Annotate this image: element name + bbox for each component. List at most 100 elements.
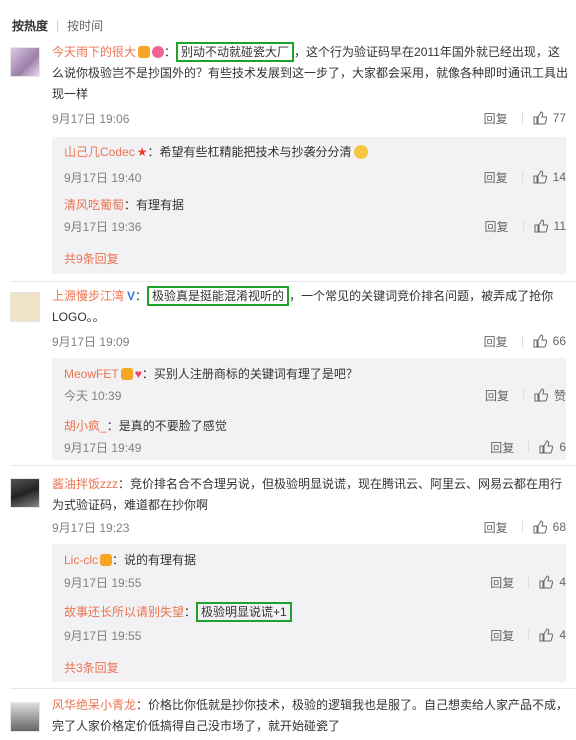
reply-time: 9月17日 19:55 <box>64 575 142 590</box>
reply-time: 9月17日 19:36 <box>64 219 142 234</box>
reply-button[interactable]: 回复 <box>484 169 508 186</box>
reply-button[interactable]: 回复 <box>490 574 514 591</box>
comment-text: 风华绝呆小青龙：价格比你低就是抄你技术，极验的逻辑我也是服了。自己想卖给人家产品… <box>52 695 570 737</box>
like-button[interactable]: 11 <box>534 219 566 233</box>
comment-time: 9月17日 19:09 <box>52 334 130 349</box>
like-count: 66 <box>552 334 566 348</box>
reply-text: ：是真的不要脸了感觉 <box>106 419 227 433</box>
username-link[interactable]: 酱油拌饭zzz <box>52 477 118 491</box>
reply-button[interactable]: 回复 <box>485 218 509 235</box>
heart-icon: ♥ <box>134 367 142 381</box>
username-link[interactable]: 风华绝呆小青龙 <box>52 698 136 712</box>
thumb-up-icon <box>533 111 547 125</box>
username-link[interactable]: 今天雨下的很大 <box>52 45 136 59</box>
reply-button[interactable]: 回复 <box>490 439 514 456</box>
comment-divider <box>10 688 576 689</box>
reply-list: MeowFET ♥：买别人注册商标的关键词有理了是吧？ 今天 10:39 回复 赞… <box>52 358 566 460</box>
reply-meta: 今天 10:39 回复 赞 <box>64 385 566 405</box>
verified-v-icon: V <box>127 289 136 303</box>
username-link[interactable]: Lic-clc <box>64 553 98 567</box>
avatar[interactable] <box>10 292 40 322</box>
reply-button[interactable]: 回复 <box>485 387 509 404</box>
like-count: 4 <box>559 575 566 589</box>
meta-divider <box>521 171 523 183</box>
like-button[interactable]: 66 <box>533 334 566 348</box>
vip-badge-icon <box>120 368 133 380</box>
like-count: 4 <box>559 628 566 642</box>
sort-bar: 按热度 | 按时间 <box>12 16 103 34</box>
sort-by-hot-tab[interactable]: 按热度 <box>12 17 48 34</box>
reply-meta: 9月17日 19:36 回复 11 <box>64 216 566 236</box>
more-replies-link[interactable]: 共3条回复 <box>64 659 119 676</box>
star-badge-icon: ★ <box>136 145 148 159</box>
like-button[interactable]: 77 <box>533 111 566 125</box>
reply-text: ：有理有据 <box>124 198 185 212</box>
reply-item: MeowFET ♥：买别人注册商标的关键词有理了是吧？ 今天 10:39 回复 赞 <box>64 365 566 403</box>
reply-button[interactable]: 回复 <box>490 627 514 644</box>
reply-text: ：希望有些杠精能把技术与抄袭分分清 <box>147 145 352 159</box>
like-button[interactable]: 4 <box>539 575 566 589</box>
reply-time: 9月17日 19:55 <box>64 628 142 643</box>
sort-divider: | <box>56 18 60 32</box>
thumb-up-icon <box>534 219 548 233</box>
username-link[interactable]: 山己几Codec <box>64 145 135 159</box>
meta-divider <box>522 220 524 232</box>
reply-meta: 9月17日 19:49 回复 6 <box>64 437 566 457</box>
reply-list: 山己几Codec ★：希望有些杠精能把技术与抄袭分分清 9月17日 19:40 回… <box>52 137 566 274</box>
avatar[interactable] <box>10 47 40 77</box>
thumb-up-icon <box>533 520 547 534</box>
reply-meta: 9月17日 19:55 回复 4 <box>64 625 566 645</box>
sort-by-time-tab[interactable]: 按时间 <box>67 17 103 34</box>
username-link[interactable]: 故事还长所以请别失望 <box>64 605 184 619</box>
comment-meta: 9月17日 19:06 回复 77 <box>52 108 566 128</box>
comment-meta: 9月17日 19:09 回复 66 <box>52 331 566 351</box>
like-count: 14 <box>552 170 566 184</box>
like-button[interactable]: 68 <box>533 520 566 534</box>
like-button[interactable]: 14 <box>533 170 566 184</box>
reply-text: ：买别人注册商标的关键词有理了是吧？ <box>141 367 358 381</box>
reply-button[interactable]: 回复 <box>484 110 508 127</box>
more-replies-link[interactable]: 共9条回复 <box>64 250 119 267</box>
comment-divider <box>10 465 576 466</box>
avatar[interactable] <box>10 478 40 508</box>
emoji-icon <box>354 145 369 159</box>
username-link[interactable]: 上源慢步江湾 <box>52 289 124 303</box>
like-button[interactable]: 赞 <box>534 387 566 404</box>
like-count: 6 <box>559 440 566 454</box>
reply-time: 9月17日 19:40 <box>64 170 142 185</box>
thumb-up-icon <box>534 388 548 402</box>
reply-item: 胡小疯_：是真的不要脸了感觉 9月17日 19:49 回复 6 <box>64 417 566 455</box>
reply-time: 今天 10:39 <box>64 388 122 403</box>
thumb-up-icon <box>539 575 554 589</box>
comment-meta: 9月17日 19:23 回复 68 <box>52 517 566 537</box>
comment-body: ：竞价排名合不合理另说，但极验明显说谎，现在腾讯云、阿里云、网易云都在用行为式验… <box>52 477 563 512</box>
comment-text: 今天雨下的很大：别动不动就碰瓷大厂 ，这个行为验证码早在2011年国外就已经出现，… <box>52 42 570 105</box>
reply-button[interactable]: 回复 <box>484 519 508 536</box>
like-count: 68 <box>552 520 566 534</box>
reply-text: ：说的有理有据 <box>112 553 197 567</box>
meta-divider <box>528 576 530 588</box>
like-button[interactable]: 6 <box>539 440 566 454</box>
thumb-up-icon <box>539 628 554 642</box>
reply-meta: 9月17日 19:55 回复 4 <box>64 572 566 592</box>
vip-badge-icon <box>138 46 151 58</box>
avatar[interactable] <box>10 702 40 732</box>
reply-item: 故事还长所以请别失望： 极验明显说谎+1 9月17日 19:55 回复 4 <box>64 602 566 643</box>
reply-time: 9月17日 19:49 <box>64 440 142 455</box>
like-count: 赞 <box>553 388 566 403</box>
username-link[interactable]: MeowFET <box>64 367 119 381</box>
reply-button[interactable]: 回复 <box>484 333 508 350</box>
reply-meta: 9月17日 19:40 回复 14 <box>64 167 566 187</box>
username-link[interactable]: 胡小疯_ <box>64 419 107 433</box>
medal-badge-icon <box>152 46 165 58</box>
like-count: 77 <box>552 111 566 125</box>
username-link[interactable]: 清风吃葡萄 <box>64 198 124 212</box>
reply-item: Lic-clc ：说的有理有据 9月17日 19:55 回复 4 <box>64 551 566 590</box>
highlighted-phrase: 极验真是挺能混淆视听的 <box>147 286 290 306</box>
like-count: 11 <box>553 219 566 233</box>
like-button[interactable]: 4 <box>539 628 566 642</box>
reply-item: 清风吃葡萄：有理有据 9月17日 19:36 回复 11 <box>64 196 566 234</box>
reply-list: Lic-clc ：说的有理有据 9月17日 19:55 回复 4 故事还长所以请别… <box>52 544 566 682</box>
vip-badge-icon <box>100 554 113 566</box>
comment-time: 9月17日 19:23 <box>52 520 130 535</box>
